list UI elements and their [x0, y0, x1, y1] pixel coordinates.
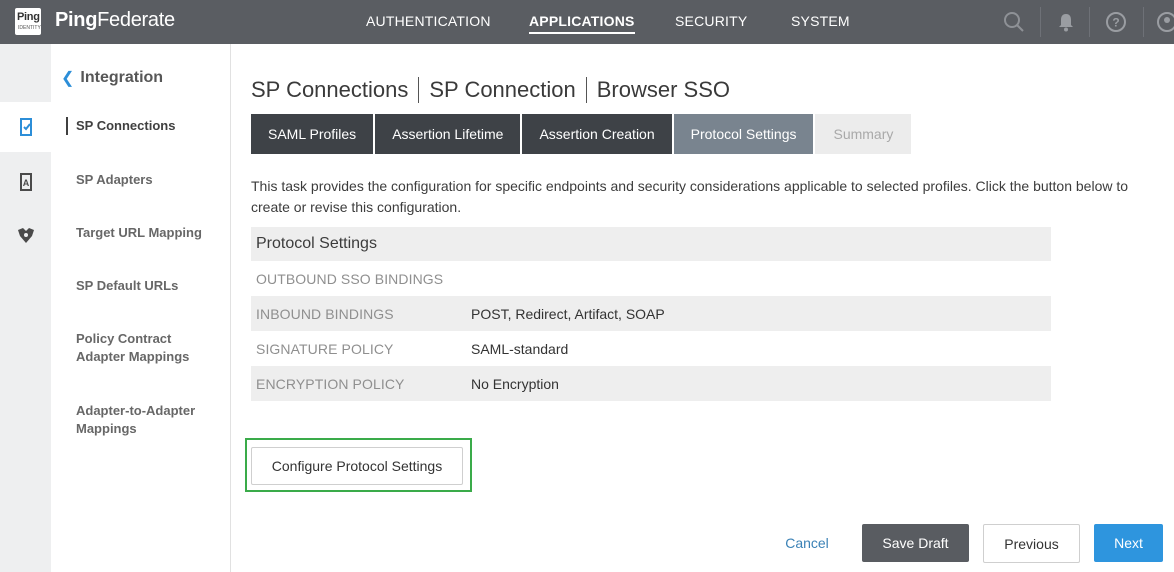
row-value: POST, Redirect, Artifact, SOAP	[471, 305, 665, 322]
row-value: SAML-standard	[471, 340, 569, 357]
tab-summary: Summary	[815, 114, 912, 154]
nav-authentication[interactable]: AUTHENTICATION	[366, 13, 491, 29]
rail-sp-adapters[interactable]: A	[0, 157, 51, 207]
sidebar-item-adapter-to-adapter-mappings[interactable]: Adapter-to-Adapter Mappings	[76, 402, 206, 438]
table-row: ENCRYPTION POLICY No Encryption	[251, 366, 1051, 401]
table-row: SIGNATURE POLICY SAML-standard	[251, 331, 1051, 366]
tab-assertion-creation[interactable]: Assertion Creation	[522, 114, 672, 154]
help-icon[interactable]: ?	[1105, 11, 1127, 33]
user-icon[interactable]	[1156, 11, 1174, 33]
cancel-button[interactable]: Cancel	[772, 524, 842, 562]
configure-protocol-settings-button[interactable]: Configure Protocol Settings	[251, 447, 463, 485]
sidebar-item-target-url-mapping[interactable]: Target URL Mapping	[76, 224, 226, 242]
row-key: SIGNATURE POLICY	[256, 340, 394, 357]
rail-target-mapping[interactable]	[0, 211, 51, 261]
chevron-left-icon: ❮	[61, 70, 75, 87]
search-icon[interactable]	[1003, 11, 1025, 33]
tab-assertion-lifetime[interactable]: Assertion Lifetime	[375, 114, 521, 154]
protocol-settings-table: Protocol Settings OUTBOUND SSO BINDINGS …	[251, 227, 1051, 401]
next-button[interactable]: Next	[1094, 524, 1163, 562]
sidebar-heading[interactable]: ❮ Integration	[61, 68, 163, 88]
brand-rest: Federate	[97, 9, 175, 31]
row-key: OUTBOUND SSO BINDINGS	[256, 270, 444, 287]
brand-bold: Ping	[55, 9, 98, 31]
logo-text-bottom: IDENTITY	[18, 25, 41, 31]
logo-text-top: Ping	[17, 11, 40, 23]
breadcrumb-separator	[585, 77, 587, 103]
ping-identity-logo[interactable]: Ping IDENTITY	[15, 8, 41, 35]
top-bar: Ping IDENTITY PingFederate AUTHENTICATIO…	[0, 0, 1174, 44]
breadcrumb-separator	[418, 77, 420, 103]
save-draft-button[interactable]: Save Draft	[862, 524, 969, 562]
sidebar-item-policy-contract-adapter-mappings[interactable]: Policy Contract Adapter Mappings	[76, 330, 206, 366]
target-mapping-icon	[17, 228, 34, 243]
sp-connections-icon	[19, 118, 32, 136]
top-separator	[1143, 7, 1144, 37]
sidebar-item-sp-adapters[interactable]: SP Adapters	[76, 171, 226, 189]
sidebar-item-sp-default-urls[interactable]: SP Default URLs	[76, 277, 226, 295]
breadcrumb-sp-connections: SP Connections	[251, 77, 409, 102]
table-row: INBOUND BINDINGS POST, Redirect, Artifac…	[251, 296, 1051, 331]
tab-protocol-settings[interactable]: Protocol Settings	[673, 114, 814, 154]
breadcrumb-browser-sso: Browser SSO	[596, 77, 731, 102]
top-separator	[1089, 7, 1090, 37]
nav-system[interactable]: SYSTEM	[791, 13, 850, 29]
breadcrumb-sp-connection: SP Connection	[429, 77, 576, 102]
previous-button[interactable]: Previous	[983, 524, 1080, 563]
svg-text:A: A	[22, 178, 29, 188]
page-title: SP Connections SP Connection Browser SSO	[251, 77, 730, 103]
table-row: OUTBOUND SSO BINDINGS	[251, 261, 1051, 296]
row-key: ENCRYPTION POLICY	[256, 375, 405, 392]
sidebar-item-sp-connections[interactable]: SP Connections	[66, 117, 226, 135]
nav-applications[interactable]: APPLICATIONS	[529, 13, 635, 34]
sidebar: ❮ Integration SP Connections SP Adapters…	[51, 44, 231, 572]
rail-sp-connections[interactable]	[0, 102, 51, 152]
row-key: INBOUND BINDINGS	[256, 305, 394, 322]
svg-text:?: ?	[1112, 16, 1119, 30]
product-name: PingFederate	[55, 9, 175, 32]
tab-saml-profiles[interactable]: SAML Profiles	[251, 114, 374, 154]
table-title: Protocol Settings	[251, 227, 1051, 261]
sp-adapters-icon: A	[19, 173, 32, 191]
sidebar-heading-label: Integration	[80, 69, 164, 86]
nav-security[interactable]: SECURITY	[675, 13, 747, 29]
icon-rail: A	[0, 44, 51, 572]
bell-icon[interactable]	[1055, 11, 1077, 33]
task-description: This task provides the configuration for…	[251, 178, 1129, 215]
wizard-tabs: SAML Profiles Assertion Lifetime Asserti…	[251, 114, 913, 154]
top-separator	[1040, 7, 1041, 37]
row-value: No Encryption	[471, 375, 559, 392]
